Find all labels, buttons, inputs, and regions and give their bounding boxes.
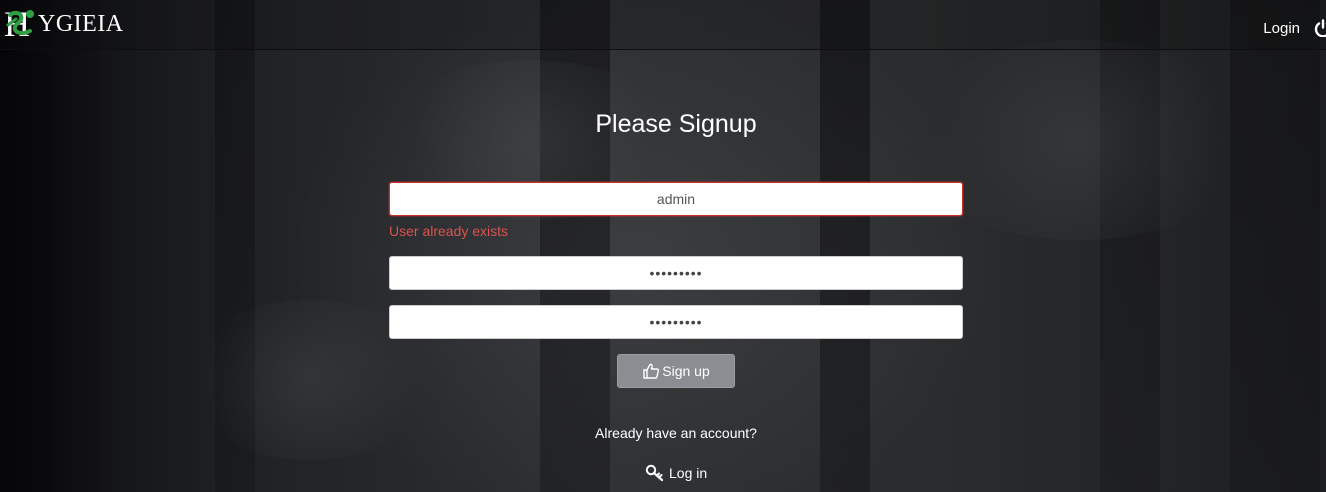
confirm-password-input[interactable] xyxy=(389,305,963,339)
signup-button-label: Sign up xyxy=(662,363,710,379)
top-navbar: H YGIEIA Login xyxy=(0,0,1326,50)
brand-logo[interactable]: H YGIEIA xyxy=(4,4,124,44)
login-link-label: Log in xyxy=(669,465,708,481)
power-icon[interactable] xyxy=(1314,19,1326,38)
error-message: User already exists xyxy=(389,223,509,239)
hygieia-snake-logo-icon: H xyxy=(4,4,40,44)
signup-button[interactable]: Sign up xyxy=(617,354,735,388)
thumbs-up-icon xyxy=(642,362,660,380)
username-input[interactable] xyxy=(389,182,963,216)
nav-login-link[interactable]: Login xyxy=(1263,20,1300,37)
page-title: Please Signup xyxy=(595,110,757,138)
brand-name: YGIEIA xyxy=(38,10,124,37)
already-have-account-text: Already have an account? xyxy=(595,425,757,441)
login-link[interactable]: Log in xyxy=(645,464,707,482)
password-input[interactable] xyxy=(389,256,963,290)
forest-background xyxy=(0,0,1326,492)
key-icon xyxy=(645,464,665,482)
